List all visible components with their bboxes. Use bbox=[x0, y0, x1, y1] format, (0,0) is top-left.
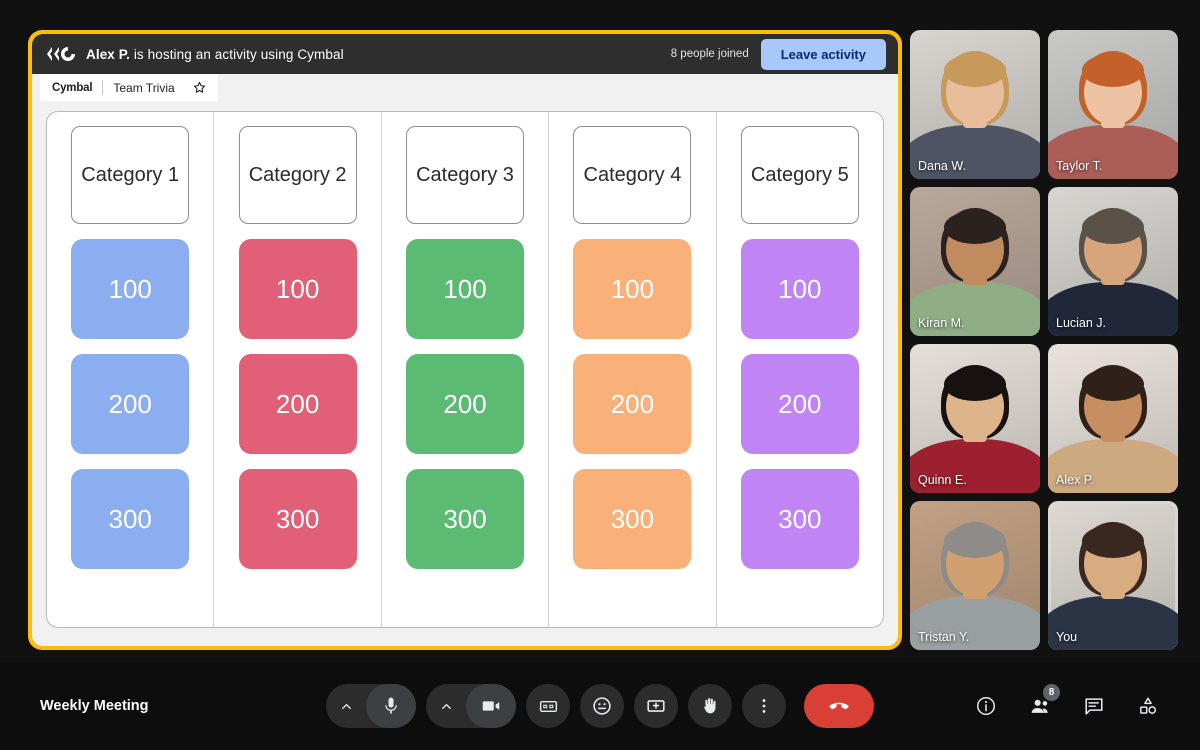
toolbar-right-controls: 8 bbox=[968, 684, 1166, 724]
present-screen-icon bbox=[645, 695, 667, 717]
participant-grid: Dana W. Taylor T. Kiran M. Lucian J. Quinn E… bbox=[910, 30, 1178, 650]
leave-activity-button[interactable]: Leave activity bbox=[760, 38, 886, 70]
more-options-button[interactable] bbox=[742, 684, 786, 728]
participant-name: Quinn E. bbox=[918, 473, 967, 487]
reactions-button[interactable] bbox=[580, 684, 624, 728]
points-tile[interactable]: 200 bbox=[406, 354, 525, 454]
category-card[interactable]: Category 3 bbox=[406, 126, 525, 224]
closed-captions-icon bbox=[538, 696, 559, 717]
activities-icon bbox=[1137, 695, 1159, 717]
cymbal-logo-icon bbox=[46, 46, 76, 62]
participant-tile[interactable]: Quinn E. bbox=[910, 344, 1040, 493]
activity-tab[interactable]: Cymbal Team Trivia bbox=[40, 74, 218, 101]
chat-button[interactable] bbox=[1076, 688, 1112, 724]
more-vertical-icon bbox=[754, 696, 774, 716]
category-card[interactable]: Category 4 bbox=[573, 126, 692, 224]
points-tile[interactable]: 200 bbox=[740, 354, 859, 454]
host-name: Alex P. bbox=[86, 46, 130, 62]
activity-panel-inner: Alex P. is hosting an activity using Cym… bbox=[32, 34, 898, 646]
participant-name: Dana W. bbox=[918, 159, 966, 173]
activities-button[interactable] bbox=[1130, 688, 1166, 724]
participant-tile-self[interactable]: You bbox=[1048, 501, 1178, 650]
participant-video bbox=[910, 30, 1040, 179]
board-column: Category 2 100 200 300 bbox=[214, 112, 382, 627]
points-tile[interactable]: 200 bbox=[573, 354, 692, 454]
camera-icon[interactable] bbox=[466, 684, 516, 728]
points-tile[interactable]: 100 bbox=[238, 239, 357, 339]
points-tile[interactable]: 100 bbox=[406, 239, 525, 339]
participant-name: Kiran M. bbox=[918, 316, 965, 330]
participant-video bbox=[1048, 501, 1178, 650]
activity-panel: Alex P. is hosting an activity using Cym… bbox=[28, 30, 902, 650]
camera-options-chevron-up-icon[interactable] bbox=[426, 684, 466, 728]
tab-divider bbox=[102, 80, 104, 95]
toolbar-center-controls bbox=[326, 684, 874, 728]
trivia-board: Category 1 100 200 300 Category 2 100 200 300 Ca… bbox=[46, 111, 884, 628]
participant-tile[interactable]: Taylor T. bbox=[1048, 30, 1178, 179]
participant-video bbox=[1048, 187, 1178, 336]
participant-tile[interactable]: Kiran M. bbox=[910, 187, 1040, 336]
participant-name: You bbox=[1056, 630, 1078, 644]
points-tile[interactable]: 300 bbox=[406, 469, 525, 569]
board-column: Category 1 100 200 300 bbox=[47, 112, 215, 627]
microphone-button[interactable] bbox=[326, 684, 416, 728]
points-tile[interactable]: 200 bbox=[71, 354, 190, 454]
participant-video bbox=[1048, 30, 1178, 179]
raise-hand-icon bbox=[699, 695, 721, 717]
people-button[interactable]: 8 bbox=[1022, 684, 1060, 724]
activity-tab-strip: Cymbal Team Trivia bbox=[32, 74, 898, 101]
board-column: Category 3 100 200 300 bbox=[382, 112, 550, 627]
points-tile[interactable]: 100 bbox=[71, 239, 190, 339]
participant-name: Taylor T. bbox=[1056, 159, 1103, 173]
category-card[interactable]: Category 2 bbox=[238, 126, 357, 224]
meeting-title: Weekly Meeting bbox=[40, 698, 149, 714]
activity-host-title: Alex P. is hosting an activity using Cym… bbox=[86, 47, 344, 62]
captions-button[interactable] bbox=[526, 684, 570, 728]
points-tile[interactable]: 300 bbox=[573, 469, 692, 569]
phone-hangup-icon bbox=[826, 693, 852, 719]
participant-video bbox=[1048, 344, 1178, 493]
participant-tile[interactable]: Alex P. bbox=[1048, 344, 1178, 493]
activity-header: Alex P. is hosting an activity using Cym… bbox=[32, 34, 898, 74]
points-tile[interactable]: 300 bbox=[740, 469, 859, 569]
activity-header-actions: 8 people joined Leave activity bbox=[670, 38, 886, 70]
participant-name: Alex P. bbox=[1056, 473, 1094, 487]
microphone-icon[interactable] bbox=[366, 684, 416, 728]
info-icon bbox=[975, 695, 997, 717]
participant-video bbox=[910, 187, 1040, 336]
camera-button[interactable] bbox=[426, 684, 516, 728]
points-tile[interactable]: 300 bbox=[238, 469, 357, 569]
trivia-board-wrapper: Category 1 100 200 300 Category 2 100 200 300 Ca… bbox=[32, 101, 898, 646]
points-tile[interactable]: 100 bbox=[740, 239, 859, 339]
raise-hand-button[interactable] bbox=[688, 684, 732, 728]
participant-name: Lucian J. bbox=[1056, 316, 1107, 330]
end-call-button[interactable] bbox=[804, 684, 874, 728]
participant-video bbox=[910, 501, 1040, 650]
participant-video bbox=[910, 344, 1040, 493]
participant-tile[interactable]: Lucian J. bbox=[1048, 187, 1178, 336]
star-icon[interactable] bbox=[193, 81, 206, 94]
board-column: Category 5 100 200 300 bbox=[717, 112, 883, 627]
meeting-toolbar: Weekly Meeting 8 bbox=[0, 662, 1200, 750]
emoji-icon bbox=[591, 695, 613, 717]
microphone-options-chevron-up-icon[interactable] bbox=[326, 684, 366, 728]
points-tile[interactable]: 300 bbox=[71, 469, 190, 569]
category-card[interactable]: Category 1 bbox=[71, 126, 190, 224]
participant-tile[interactable]: Tristan Y. bbox=[910, 501, 1040, 650]
points-tile[interactable]: 100 bbox=[573, 239, 692, 339]
people-joined-count: 8 people joined bbox=[670, 48, 749, 60]
participant-tile[interactable]: Dana W. bbox=[910, 30, 1040, 179]
chat-icon bbox=[1083, 695, 1105, 717]
category-card[interactable]: Category 5 bbox=[740, 126, 859, 224]
people-count-badge: 8 bbox=[1043, 684, 1060, 701]
host-subtitle: is hosting an activity using Cymbal bbox=[129, 46, 344, 62]
meeting-details-button[interactable] bbox=[968, 688, 1004, 724]
present-button[interactable] bbox=[634, 684, 678, 728]
activity-doc-name: Team Trivia bbox=[113, 80, 175, 95]
board-column: Category 4 100 200 300 bbox=[549, 112, 717, 627]
meeting-screen: Alex P. is hosting an activity using Cym… bbox=[0, 0, 1200, 750]
participant-name: Tristan Y. bbox=[918, 630, 970, 644]
points-tile[interactable]: 200 bbox=[238, 354, 357, 454]
activity-brand-label: Cymbal bbox=[52, 81, 93, 94]
